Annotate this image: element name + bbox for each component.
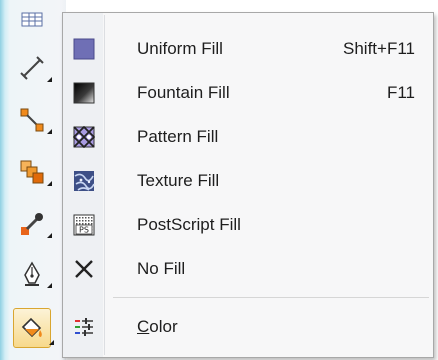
pattern-fill-icon (65, 126, 103, 148)
menu-separator (113, 297, 429, 298)
connector-tool[interactable] (16, 104, 52, 136)
no-fill-icon (65, 258, 103, 280)
menu-item-label: Color (137, 317, 178, 337)
eyedropper-tool[interactable] (16, 208, 52, 240)
table-tool-icon (21, 12, 43, 28)
menu-item-color[interactable]: Color (65, 305, 431, 349)
flyout-arrow-icon (47, 283, 52, 288)
fill-tool[interactable] (13, 308, 54, 348)
flyout-arrow-icon (47, 77, 52, 82)
dimension-tool-icon (19, 55, 45, 81)
menu-item-postscript-fill[interactable]: PS PostScript Fill (65, 203, 431, 247)
fountain-fill-icon (65, 82, 103, 104)
blend-tool[interactable] (16, 156, 52, 188)
color-label-rest: olor (149, 317, 178, 336)
blend-tool-icon (19, 159, 45, 185)
toolbox (0, 0, 66, 360)
fill-flyout-menu: Uniform Fill Shift+F11 Fountain Fill F11 (62, 12, 434, 358)
menu-item-shortcut: F11 (386, 83, 415, 102)
menu-item-pattern-fill[interactable]: Pattern Fill (65, 115, 431, 159)
outline-pen-tool[interactable] (16, 258, 52, 290)
menu-item-label: Fountain Fill (137, 83, 230, 102)
connector-tool-icon (19, 107, 45, 133)
color-docker-icon (65, 316, 103, 338)
menu-item-uniform-fill[interactable]: Uniform Fill Shift+F11 (65, 27, 431, 71)
postscript-fill-icon: PS (65, 214, 103, 236)
menu-item-no-fill[interactable]: No Fill (65, 247, 431, 291)
flyout-arrow-icon (47, 129, 52, 134)
menu-item-texture-fill[interactable]: Texture Fill (65, 159, 431, 203)
eyedropper-tool-icon (19, 211, 45, 237)
fill-tool-icon (19, 315, 45, 341)
texture-fill-icon (65, 170, 103, 192)
menu-item-label: No Fill (137, 259, 186, 278)
color-mnemonic: C (137, 317, 150, 336)
uniform-fill-icon (65, 38, 103, 60)
flyout-arrow-icon (49, 340, 54, 345)
menu-item-label: PostScript Fill (137, 215, 241, 234)
menu-item-label: Uniform Fill (137, 39, 223, 58)
flyout-arrow-icon (47, 233, 52, 238)
menu-item-shortcut: Shift+F11 (343, 39, 415, 58)
menu-item-label: Texture Fill (137, 171, 220, 190)
flyout-arrow-icon (47, 181, 52, 186)
menu-item-fountain-fill[interactable]: Fountain Fill F11 (65, 71, 431, 115)
table-tool[interactable] (16, 8, 48, 32)
dimension-tool[interactable] (16, 52, 52, 84)
menu-item-label: Pattern Fill (137, 127, 219, 146)
postscript-icon-text: PS (79, 226, 89, 235)
outline-pen-tool-icon (19, 261, 45, 287)
